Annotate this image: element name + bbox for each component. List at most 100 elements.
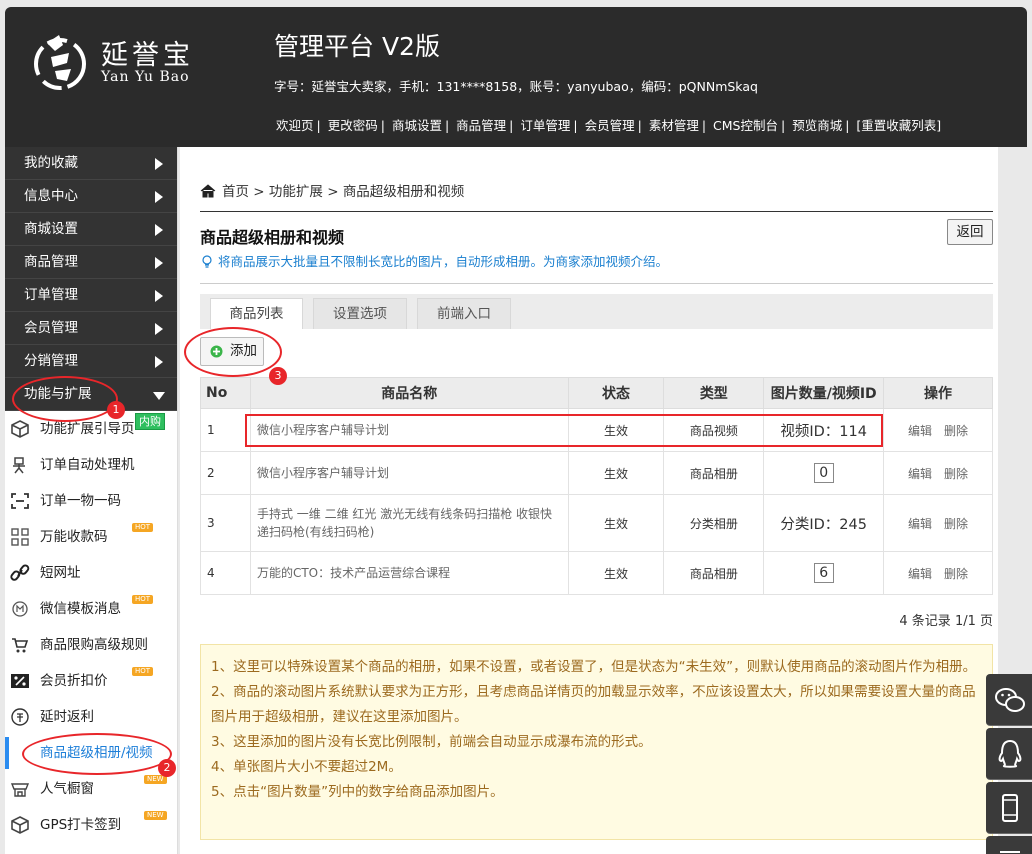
lightbulb-icon [202, 255, 212, 268]
cell-no: 3 [200, 494, 251, 552]
breadcrumb-current: 商品超级相册和视频 [342, 184, 465, 200]
album-table: No 商品名称 状态 类型 图片数量/视频ID 操作 1 微信小程序客户辅导计划… [200, 377, 993, 595]
nav-materials[interactable]: 素材管理 [649, 118, 699, 133]
image-count-box[interactable]: 0 [813, 463, 834, 483]
edit-link[interactable]: 编辑 [908, 424, 932, 438]
col-media: 图片数量/视频ID [763, 377, 885, 409]
page-tip: 将商品展示大批量且不限制长宽比的图片，自动形成相册。为商家添加视频介绍。 [200, 251, 668, 270]
annotation-number: 3 [269, 367, 287, 385]
back-button[interactable]: 返回 [947, 219, 993, 245]
sidebar-item-label: 订单自动处理机 [40, 457, 135, 473]
note-line: 4、单张图片大小不要超过2M。 [211, 759, 402, 775]
edit-link[interactable]: 编辑 [908, 467, 932, 481]
rebate-icon [11, 708, 29, 726]
main-content: 首页 > 功能扩展 > 商品超级相册和视频 商品超级相册和视频 将商品展示大批量… [180, 147, 998, 854]
sidebar-item-order-auto[interactable]: 订单自动处理机 [5, 447, 177, 483]
new-badge: NEW [144, 811, 167, 820]
sidebar-item-purchase-limit[interactable]: 商品限购高级规则 [5, 627, 177, 663]
sidebar-groups: 我的收藏 信息中心 商城设置 商品管理 订单管理 会员管理 分销管理 功能与扩展 [5, 147, 177, 411]
nav-preview-shop[interactable]: 预览商城 [792, 118, 842, 133]
cell-status: 生效 [567, 551, 665, 595]
arrow-up-icon [1000, 851, 1020, 853]
qq-icon [998, 739, 1022, 768]
sidebar-item-short-url[interactable]: 短网址 [5, 555, 177, 591]
nav-orders[interactable]: 订单管理 [520, 118, 570, 133]
showcase-icon [10, 783, 30, 797]
divider [200, 211, 993, 212]
sidebar-group-label: 订单管理 [24, 287, 78, 303]
floating-toolbar [986, 674, 1032, 854]
table-row: 2 微信小程序客户辅导计划 生效 商品相册 0 编辑 删除 [200, 451, 993, 495]
mobile-preview-button[interactable] [986, 782, 1032, 834]
cell-type: 商品相册 [663, 551, 765, 595]
sidebar-item-wechat-template[interactable]: 微信模板消息 HOT [5, 591, 177, 627]
sidebar-item-order-code[interactable]: 订单一物一码 [5, 483, 177, 519]
sidebar-group-shop[interactable]: 商城设置 [5, 213, 177, 246]
delete-link[interactable]: 删除 [944, 467, 968, 481]
delete-link[interactable]: 删除 [944, 424, 968, 438]
nav-change-password[interactable]: 更改密码 [328, 118, 378, 133]
wechat-contact-button[interactable] [986, 674, 1032, 726]
edit-link[interactable]: 编辑 [908, 567, 932, 581]
nav-shop-settings[interactable]: 商城设置 [392, 118, 442, 133]
back-to-top-button[interactable] [986, 836, 1032, 854]
sidebar-item-popular-showcase[interactable]: 人气橱窗 NEW [5, 771, 177, 807]
notes-panel: 1、这里可以特殊设置某个商品的相册，如果不设置，或者设置了，但是状态为“未生效”… [200, 644, 993, 840]
sidebar-group-info[interactable]: 信息中心 [5, 180, 177, 213]
nav-cms[interactable]: CMS控制台 [713, 118, 778, 133]
sidebar-group-products[interactable]: 商品管理 [5, 246, 177, 279]
sidebar-item-member-discount[interactable]: 会员折扣价 HOT [5, 663, 177, 699]
edit-link[interactable]: 编辑 [908, 517, 932, 531]
qq-contact-button[interactable] [986, 728, 1032, 780]
media-id-text: 分类ID：245 [780, 516, 867, 533]
tab-frontend-entry[interactable]: 前端入口 [417, 298, 511, 329]
note-line: 2、商品的滚动图片系统默认要求为正方形，且考虑商品详情页的加载显示效率，不应该设… [211, 684, 976, 725]
breadcrumb-extensions[interactable]: 功能扩展 [269, 184, 323, 200]
inner-purchase-badge: 内购 [135, 413, 165, 430]
scan-code-icon [11, 493, 29, 509]
sidebar-group-label: 商城设置 [24, 221, 78, 237]
account-info: 字号：延誉宝大卖家，手机：131****8158，账号：yanyubao，编码：… [274, 79, 758, 94]
sidebar-group-label: 分销管理 [24, 353, 78, 369]
sidebar-group-favorites[interactable]: 我的收藏 [5, 147, 177, 180]
cell-name: 万能的CTO：技术产品运营综合课程 [249, 551, 569, 595]
tab-settings[interactable]: 设置选项 [313, 298, 407, 329]
delete-link[interactable]: 删除 [944, 517, 968, 531]
nav-products[interactable]: 商品管理 [456, 118, 506, 133]
note-line: 3、这里添加的图片没有长宽比例限制，前端会自动显示成瀑布流的形式。 [211, 734, 652, 750]
note-line: 5、点击“图片数量”列中的数字给商品添加图片。 [211, 784, 504, 800]
tab-product-list[interactable]: 商品列表 [210, 298, 303, 329]
sidebar-group-distribution[interactable]: 分销管理 [5, 345, 177, 378]
wechat-icon [995, 688, 1025, 712]
sidebar-item-gps-checkin[interactable]: GPS打卡签到 NEW [5, 807, 177, 843]
nav-reset-favorites[interactable]: [重置收藏列表] [856, 118, 941, 133]
breadcrumb: 首页 > 功能扩展 > 商品超级相册和视频 [200, 180, 464, 200]
sidebar-item-label: 万能收款码 [40, 529, 108, 545]
logo-english: Yan Yu Bao [101, 69, 190, 85]
sidebar-item-delayed-rebate[interactable]: 延时返利 [5, 699, 177, 735]
sidebar-group-orders[interactable]: 订单管理 [5, 279, 177, 312]
breadcrumb-home[interactable]: 首页 [222, 184, 249, 200]
cell-no: 4 [200, 551, 251, 595]
cart-icon [12, 638, 29, 653]
col-no: No [200, 377, 251, 409]
nav-members[interactable]: 会员管理 [585, 118, 635, 133]
divider [200, 283, 993, 284]
sidebar-group-members[interactable]: 会员管理 [5, 312, 177, 345]
cell-no: 2 [200, 451, 251, 495]
cell-name: 微信小程序客户辅导计划 [249, 451, 569, 495]
annotation-number: 1 [107, 401, 125, 419]
cell-actions: 编辑 删除 [883, 451, 993, 495]
cell-type: 商品相册 [663, 451, 765, 495]
hot-badge: HOT [132, 595, 154, 604]
image-count-box[interactable]: 6 [813, 563, 834, 583]
delete-link[interactable]: 删除 [944, 567, 968, 581]
sidebar-item-payment-code[interactable]: 万能收款码 HOT [5, 519, 177, 555]
caret-right-icon [155, 323, 163, 335]
qr-code-icon [11, 528, 29, 546]
tab-bar: 商品列表 设置选项 前端入口 [200, 294, 993, 329]
sidebar-item-label: 短网址 [40, 565, 81, 581]
cell-actions: 编辑 删除 [883, 408, 993, 452]
nav-welcome[interactable]: 欢迎页 [276, 118, 314, 133]
annotation-oval-add [184, 327, 282, 377]
